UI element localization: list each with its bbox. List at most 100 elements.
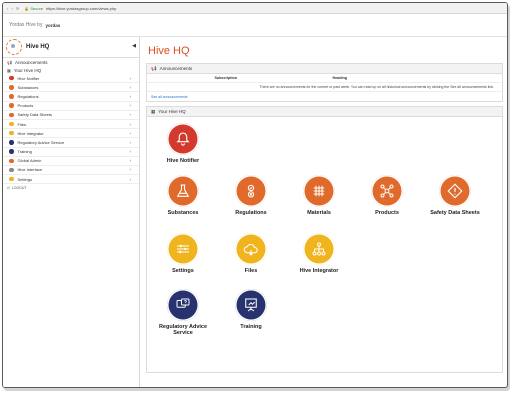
tile-settings[interactable]: Settings — [153, 233, 213, 274]
sidebar-header: Hive HQ ◀ — [3, 37, 139, 58]
your-hive-panel-header: ▦ Your Hive HQ — [147, 107, 502, 117]
tile-label: Products — [375, 210, 399, 216]
announcements-panel-header: 📢 Announcements — [147, 64, 502, 74]
sidebar-announcements-label: Announcements — [14, 59, 48, 65]
status-dot-icon — [9, 121, 14, 127]
tile-regulatory-advice-service[interactable]: Regulatory Advice Service — [153, 289, 213, 336]
tile-label: Safety Data Sheets — [430, 210, 480, 216]
presentation-icon — [235, 289, 267, 321]
sidebar-section-label: Your Hive HQ — [13, 67, 42, 73]
cloud-icon — [235, 233, 267, 265]
chevron-right-icon: › — [129, 176, 132, 182]
status-dot-icon — [9, 158, 14, 164]
announcements-row: There are no announcements for the curre… — [147, 83, 502, 92]
tile-hive-integrator[interactable]: Hive Integrator — [289, 233, 349, 274]
checklist-icon — [235, 175, 267, 207]
hierarchy-icon — [303, 233, 335, 265]
sidebar-item-label: Global Admin — [17, 158, 42, 164]
chevron-right-icon: › — [129, 112, 132, 118]
sidebar-announcements[interactable]: 📢 Announcements — [3, 58, 139, 66]
sidebar-item-regulatory-advice-service[interactable]: Regulatory Advice Service › — [3, 138, 139, 148]
status-dot-icon — [9, 149, 14, 154]
status-dot-icon — [9, 140, 14, 145]
sidebar-item-label: Regulations — [17, 93, 39, 99]
hive-logo-icon — [6, 39, 22, 55]
sidebar-item-label: Regulatory Advice Service — [17, 139, 65, 145]
tile-products[interactable]: Products — [357, 175, 417, 216]
status-dot-icon — [9, 103, 14, 108]
tile-regulations[interactable]: Regulations — [221, 175, 281, 216]
sidebar-item-hive-interface[interactable]: Hive Interface › — [3, 166, 139, 176]
sidebar-item-label: Hive Notifier — [17, 75, 40, 81]
chevron-right-icon: › — [129, 139, 132, 145]
power-icon: ⏻ — [7, 186, 10, 191]
sidebar-item-hive-integrator[interactable]: Hive Integrator › — [3, 129, 139, 139]
tile-safety-data-sheets[interactable]: Safety Data Sheets — [425, 175, 485, 216]
tile-label: Hive Integrator — [299, 268, 339, 274]
sidebar-item-label: Hive Interface — [17, 167, 43, 173]
sidebar-item-substances[interactable]: Substances › — [3, 83, 139, 93]
announcements-columns: Subscription Heading — [147, 74, 502, 83]
logout-link[interactable]: ⏻ LOGOUT — [3, 184, 139, 192]
browser-window: ‹ › ⟳ 🔒 Secure https://hive.yordasgroup.… — [2, 2, 508, 388]
sidebar-item-files[interactable]: Files › — [3, 120, 139, 130]
tile-training[interactable]: Training — [221, 289, 281, 330]
status-dot-icon — [9, 167, 14, 173]
brand-logo-text: yordas — [45, 22, 61, 28]
tile-files[interactable]: Files — [221, 233, 281, 274]
chevron-right-icon: › — [129, 93, 132, 99]
sidebar-item-label: Substances — [17, 84, 39, 90]
sidebar: Hive HQ ◀ 📢 Announcements ▦ Your Hive HQ… — [3, 37, 140, 387]
tile-label: Materials — [307, 210, 331, 216]
sidebar-items: Hive Notifier › Substances › Regulations › Pro… — [3, 74, 139, 185]
col-heading: Heading — [332, 76, 347, 80]
collapse-icon[interactable]: ◀ — [132, 43, 136, 49]
secure-badge: 🔒 Secure — [24, 5, 44, 11]
sidebar-item-settings[interactable]: Settings › — [3, 175, 139, 185]
chevron-right-icon: › — [129, 75, 132, 81]
brand-text: Yordas Hive by — [9, 22, 43, 28]
address-bar[interactable]: ‹ › ⟳ 🔒 Secure https://hive.yordasgroup.… — [3, 3, 507, 14]
sidebar-item-products[interactable]: Products › — [3, 102, 139, 111]
url-text[interactable]: https://hive.yordasgroup.com/views.php — [46, 6, 116, 11]
sidebar-item-label: Products — [17, 103, 34, 109]
chat-icon — [167, 289, 199, 321]
tile-materials[interactable]: Materials — [289, 175, 349, 216]
status-dot-icon — [9, 176, 14, 182]
tile-label: Hive Notifier — [166, 158, 200, 164]
your-hive-heading: Your Hive HQ — [158, 109, 186, 114]
chevron-right-icon: › — [129, 149, 132, 155]
megaphone-icon: 📢 — [151, 65, 157, 71]
sidebar-item-label: Files — [17, 121, 26, 127]
grid-icon — [303, 175, 335, 207]
sidebar-item-label: Settings — [17, 176, 32, 182]
tile-label: Regulations — [235, 210, 267, 216]
browser-nav-icons[interactable]: ‹ › ⟳ — [7, 6, 20, 11]
chevron-right-icon: › — [129, 130, 132, 136]
warning-icon — [439, 175, 471, 207]
see-all-announcements-link[interactable]: See all announcements — [147, 92, 502, 101]
sidebar-item-global-admin[interactable]: Global Admin › — [3, 157, 139, 166]
network-icon — [371, 175, 403, 207]
grid-icon: ▦ — [7, 67, 11, 73]
logout-label: LOGOUT — [11, 186, 27, 191]
chevron-right-icon: › — [129, 84, 132, 90]
sidebar-item-label: Safety Data Sheets — [17, 112, 52, 118]
tile-label: Training — [240, 324, 262, 330]
status-dot-icon — [9, 75, 14, 81]
sidebar-item-regulations[interactable]: Regulations › — [3, 92, 139, 102]
tile-label: Regulatory Advice Service — [158, 324, 208, 336]
chevron-right-icon: › — [129, 167, 132, 173]
secure-label: Secure — [30, 5, 44, 11]
sidebar-item-hive-notifier[interactable]: Hive Notifier › — [3, 74, 139, 84]
sidebar-item-training[interactable]: Training › — [3, 148, 139, 157]
tile-substances[interactable]: Substances — [153, 175, 213, 216]
page-title: Hive HQ — [148, 45, 190, 57]
tile-hive-notifier[interactable]: Hive Notifier — [153, 123, 213, 164]
sidebar-item-label: Hive Integrator — [17, 130, 44, 136]
sidebar-item-safety-data-sheets[interactable]: Safety Data Sheets › — [3, 111, 139, 120]
status-dot-icon — [9, 85, 14, 90]
grid-icon: ▦ — [151, 108, 156, 114]
tile-label: Substances — [167, 210, 199, 216]
chevron-right-icon: › — [129, 158, 132, 164]
